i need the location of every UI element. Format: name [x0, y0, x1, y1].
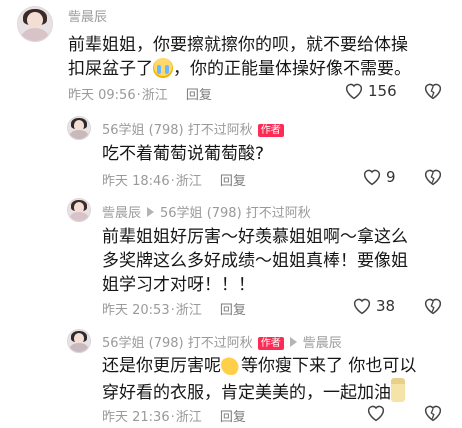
heart-icon [363, 169, 381, 186]
comment-meta: 昨天 21:36·浙江 回复 [102, 410, 246, 425]
comment-text-line: 穿好看的衣服，肯定美美的，一起加油 [102, 378, 447, 405]
comment-text: 前辈姐姐好厉害～好羡慕姐姐啊～拿这么 多奖牌这么多好成绩～姐姐真棒！要像姐 姐学… [102, 225, 447, 297]
dislike-button[interactable] [423, 297, 443, 319]
reply-button[interactable]: 回复 [220, 303, 246, 318]
comment-location: 浙江 [175, 174, 202, 189]
sob-emoji-icon [153, 58, 173, 78]
comment-text-line: 扣屎盆子了 ，你的正能量体操好像不需要。 [68, 58, 411, 79]
author-name[interactable]: 56学姐 (798) 打不过阿秋 [102, 123, 253, 138]
like-count: 9 [386, 168, 396, 186]
comment-text-line: 姐学习才对呀！！！ [102, 275, 255, 295]
avatar[interactable] [67, 329, 91, 353]
comment-text-line: 吃不着葡萄说葡萄酸? [102, 144, 265, 164]
like-count: 156 [368, 82, 397, 100]
comment-text: 还是你更厉害呢 等你瘦下来了 你也可以 穿好看的衣服，肯定美美的，一起加油 [102, 354, 447, 405]
author-name[interactable]: 訾晨辰 [68, 10, 107, 25]
dislike-button[interactable] [423, 168, 443, 190]
like-button[interactable]: 156 [344, 82, 397, 100]
dislike-button[interactable] [423, 82, 443, 104]
comment-text-line: 前辈姐姐，你要擦就擦你的呗，就不要给体操 [68, 35, 408, 55]
comment-location: 浙江 [141, 88, 168, 103]
comment-time: 昨天 09:56 [68, 88, 136, 103]
broken-heart-icon [424, 83, 442, 100]
reply-button[interactable]: 回复 [186, 88, 212, 103]
reply-target[interactable]: 訾晨辰 [303, 336, 342, 351]
like-button[interactable] [366, 404, 390, 422]
reply-target[interactable]: 56学姐 (798) 打不过阿秋 [160, 206, 311, 221]
avatar[interactable] [67, 116, 91, 140]
like-count: 38 [376, 297, 396, 315]
bottle-emoji-icon [391, 378, 405, 402]
comment-text-line: 前辈姐姐好厉害～好羡慕姐姐啊～拿这么 [102, 227, 408, 247]
comment-text-line: 多奖牌这么多好成绩～姐姐真棒！要像姐 [102, 251, 408, 271]
comment-text: 吃不着葡萄说葡萄酸? [102, 142, 442, 166]
comment-meta: 昨天 09:56·浙江 回复 [68, 88, 212, 103]
author-name[interactable]: 56学姐 (798) 打不过阿秋 [102, 336, 253, 351]
comment-author[interactable]: 56学姐 (798) 打不过阿秋 作者 [102, 119, 284, 138]
flexed-arm-emoji-icon [221, 355, 241, 375]
comment-time: 昨天 21:36 [102, 410, 170, 425]
reply-arrow-icon [289, 337, 297, 347]
reply-button[interactable]: 回复 [220, 410, 246, 425]
comment-author[interactable]: 56学姐 (798) 打不过阿秋 作者 訾晨辰 [102, 332, 342, 351]
comment-time: 昨天 18:46 [102, 174, 170, 189]
comment-meta: 昨天 20:53·浙江 回复 [102, 303, 246, 318]
comment-author[interactable]: 訾晨辰 [68, 6, 107, 25]
author-badge: 作者 [257, 337, 284, 350]
avatar[interactable] [67, 198, 91, 222]
comment-location: 浙江 [175, 303, 202, 318]
heart-icon [345, 83, 363, 100]
broken-heart-icon [424, 298, 442, 315]
comment-text: 前辈姐姐，你要擦就擦你的呗，就不要给体操 扣屎盆子了 ，你的正能量体操好像不需要。 [68, 33, 448, 81]
reply-arrow-icon [147, 207, 155, 217]
comment-author[interactable]: 訾晨辰 56学姐 (798) 打不过阿秋 [102, 202, 311, 221]
broken-heart-icon [424, 169, 442, 186]
broken-heart-icon [424, 405, 442, 422]
heart-icon [353, 298, 371, 315]
like-button[interactable]: 9 [362, 168, 396, 186]
like-button[interactable]: 38 [352, 297, 395, 315]
comment-text-line: 还是你更厉害呢 等你瘦下来了 你也可以 [102, 355, 417, 376]
dislike-button[interactable] [423, 404, 443, 426]
reply-button[interactable]: 回复 [220, 174, 246, 189]
heart-icon [367, 405, 385, 422]
comment-location: 浙江 [175, 410, 202, 425]
comment-time: 昨天 20:53 [102, 303, 170, 318]
comment-meta: 昨天 18:46·浙江 回复 [102, 174, 246, 189]
author-name[interactable]: 訾晨辰 [102, 206, 141, 221]
author-badge: 作者 [257, 124, 284, 137]
avatar[interactable] [17, 6, 53, 42]
